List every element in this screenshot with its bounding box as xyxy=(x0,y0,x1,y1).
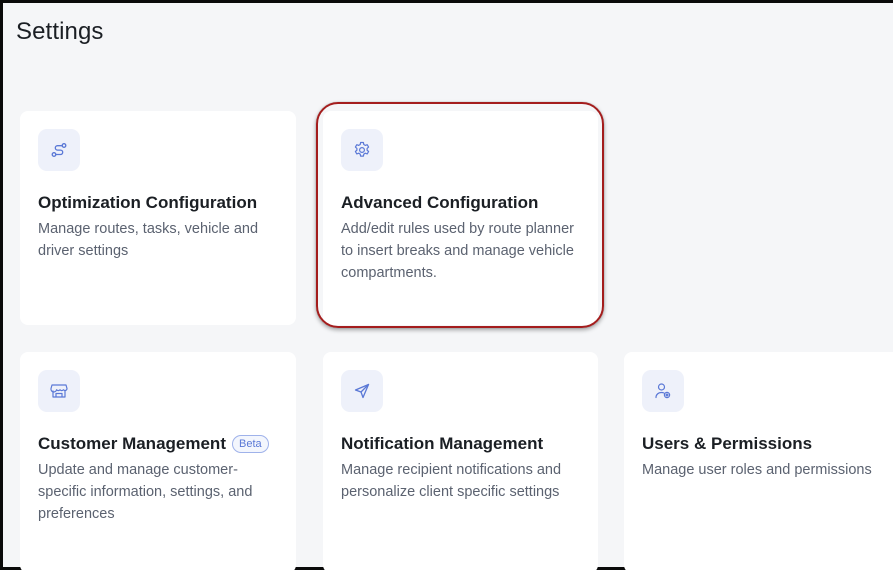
card-title: Notification Management xyxy=(341,434,584,454)
card-description: Update and manage customer-specific info… xyxy=(38,462,253,522)
card-title-text: Users & Permissions xyxy=(642,434,813,453)
advanced-configuration-card[interactable]: Advanced Configuration Add/edit rules us… xyxy=(323,111,598,325)
card-title-text: Customer Management xyxy=(38,434,226,453)
notification-management-card[interactable]: Notification Management Manage recipient… xyxy=(323,352,598,573)
optimization-configuration-card[interactable]: Optimization Configuration Manage routes… xyxy=(20,111,296,325)
card-description: Manage user roles and permissions xyxy=(642,462,872,478)
card-description: Manage recipient notifications and perso… xyxy=(341,462,562,500)
card-description: Add/edit rules used by route planner to … xyxy=(341,221,574,281)
card-title: Advanced Configuration xyxy=(341,193,584,213)
card-title-text: Notification Management xyxy=(341,434,544,453)
route-icon xyxy=(38,129,80,171)
beta-badge: Beta xyxy=(231,435,269,453)
card-title-text: Optimization Configuration xyxy=(38,193,258,212)
gear-icon xyxy=(341,129,383,171)
send-icon xyxy=(341,370,383,412)
settings-page: Settings Optimization Configuration Mana… xyxy=(0,0,893,573)
card-title: Users & Permissions xyxy=(642,434,882,454)
users-permissions-card[interactable]: Users & Permissions Manage user roles an… xyxy=(624,352,893,573)
customer-management-card[interactable]: Customer Management Beta Update and mana… xyxy=(20,352,296,573)
card-title: Customer Management Beta xyxy=(38,434,282,454)
card-title: Optimization Configuration xyxy=(38,193,282,213)
page-title: Settings xyxy=(16,18,104,45)
user-gear-icon xyxy=(642,370,684,412)
card-title-text: Advanced Configuration xyxy=(341,193,539,212)
card-description: Manage routes, tasks, vehicle and driver… xyxy=(38,221,259,259)
store-icon xyxy=(38,370,80,412)
